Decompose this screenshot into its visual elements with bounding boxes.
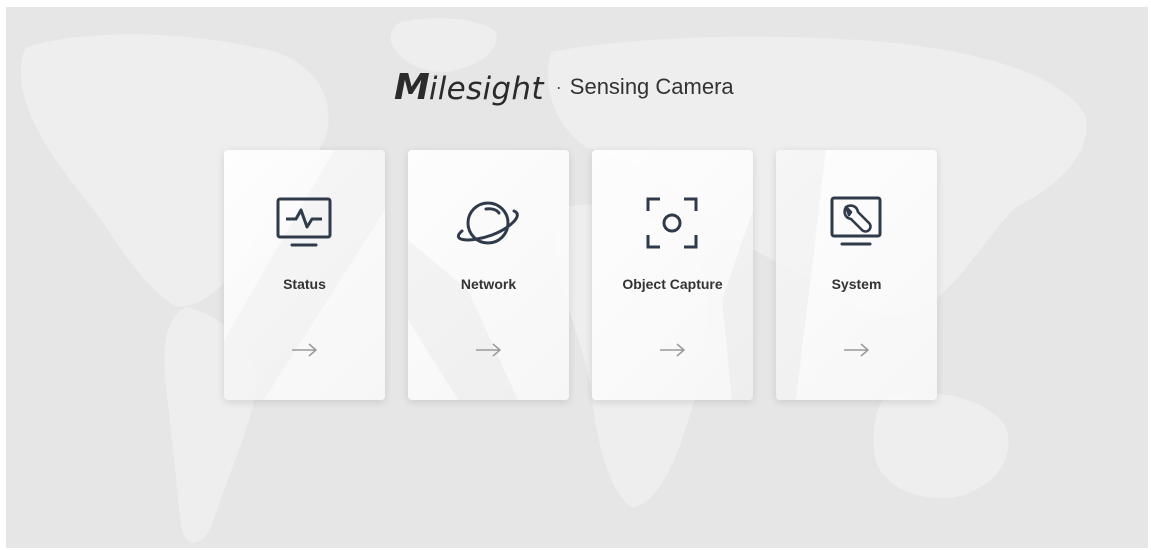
card-shading (592, 150, 753, 400)
arrow-right-icon (660, 343, 686, 357)
card-shading (776, 150, 937, 400)
page-frame: Milesight · Sensing Camera Status Networ… (6, 7, 1148, 548)
status-label: Status (283, 276, 326, 292)
arrow-right-icon (292, 343, 318, 357)
object-capture-label: Object Capture (622, 276, 723, 292)
status-monitor-icon (276, 197, 332, 247)
system-card[interactable]: System (776, 150, 937, 400)
brand-separator: · (555, 76, 562, 97)
network-planet-icon (457, 201, 519, 245)
card-shading (224, 150, 385, 400)
network-card[interactable]: Network (408, 150, 569, 400)
status-card[interactable]: Status (224, 150, 385, 400)
milesight-logo: Milesight (394, 66, 544, 108)
object-capture-card[interactable]: Object Capture (592, 150, 753, 400)
menu-cards: Status Network Object Capture System (224, 150, 937, 400)
network-label: Network (460, 276, 517, 292)
arrow-right-icon (476, 343, 502, 357)
system-label: System (831, 276, 882, 292)
brand-header: Milesight · Sensing Camera (394, 65, 734, 109)
card-shading (408, 150, 569, 400)
system-wrench-icon (830, 196, 882, 246)
arrow-right-icon (844, 343, 870, 357)
object-capture-icon (646, 197, 698, 249)
product-name: Sensing Camera (569, 74, 734, 99)
